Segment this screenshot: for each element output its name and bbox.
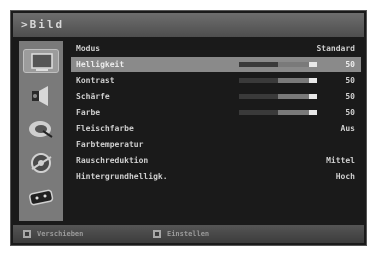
set-hint-label: Einstellen	[167, 230, 210, 238]
menu-item-value: 50	[345, 76, 355, 85]
menu-item-label: Modus	[76, 44, 101, 53]
settings-gear-icon	[31, 153, 52, 173]
sidebar-item-channels[interactable]	[23, 117, 59, 141]
move-hint-label: Verschieben	[37, 230, 84, 238]
menu-item-value: 50	[345, 60, 355, 69]
brightness-slider[interactable]	[239, 62, 317, 67]
sidebar-item-settings[interactable]	[23, 151, 59, 175]
sidebar-item-picture[interactable]	[23, 49, 59, 73]
sidebar-item-features[interactable]	[23, 185, 59, 209]
move-key-icon	[23, 230, 31, 238]
menu-item-value: Standard	[316, 44, 355, 53]
menu-item-value: Mittel	[326, 156, 355, 165]
key-hint-bar: Verschieben Einstellen	[13, 225, 364, 243]
menu-item-helligkeit[interactable]: Helligkeit 50	[71, 57, 361, 72]
menu-item-schaerfe[interactable]: Schärfe 50	[71, 89, 361, 104]
tv-screen-icon	[31, 53, 53, 71]
menu-item-hintergrundhelligkeit[interactable]: Hintergrundhelligk. Hoch	[71, 169, 361, 184]
ok-key-icon	[153, 230, 161, 238]
contrast-slider[interactable]	[239, 78, 317, 83]
speaker-icon	[32, 86, 48, 106]
menu-item-fleischfarbe[interactable]: Fleischfarbe Aus	[71, 121, 361, 136]
sharpness-slider[interactable]	[239, 94, 317, 99]
color-slider[interactable]	[239, 110, 317, 115]
menu-category-sidebar	[19, 41, 63, 221]
osd-menu-window: >Bild Modus Standard Helligkeit 50 Kontr…	[10, 10, 367, 246]
picture-settings-list: Modus Standard Helligkeit 50 Kontrast 50…	[71, 41, 361, 219]
menu-item-rauschreduktion[interactable]: Rauschreduktion Mittel	[71, 153, 361, 168]
menu-item-label: Farbtemperatur	[76, 140, 144, 149]
menu-item-value: Hoch	[335, 172, 355, 181]
menu-item-label: Kontrast	[76, 76, 115, 85]
menu-item-label: Rauschreduktion	[76, 156, 149, 165]
menu-item-kontrast[interactable]: Kontrast 50	[71, 73, 361, 88]
menu-item-label: Farbe	[76, 108, 101, 117]
menu-item-farbtemperatur[interactable]: Farbtemperatur	[71, 137, 361, 152]
menu-item-farbe[interactable]: Farbe 50	[71, 105, 361, 120]
menu-item-value: 50	[345, 108, 355, 117]
menu-item-modus[interactable]: Modus Standard	[71, 41, 361, 56]
remote-control-icon	[29, 189, 54, 206]
menu-item-value: 50	[345, 92, 355, 101]
menu-item-label: Fleischfarbe	[76, 124, 134, 133]
menu-item-value: Aus	[340, 124, 355, 133]
menu-item-label: Hintergrundhelligk.	[76, 172, 168, 181]
sidebar-item-sound[interactable]	[23, 83, 59, 107]
satellite-dish-icon	[29, 121, 53, 138]
menu-item-label: Helligkeit	[76, 60, 125, 69]
menu-title: >Bild	[13, 13, 364, 37]
menu-item-label: Schärfe	[76, 92, 110, 101]
